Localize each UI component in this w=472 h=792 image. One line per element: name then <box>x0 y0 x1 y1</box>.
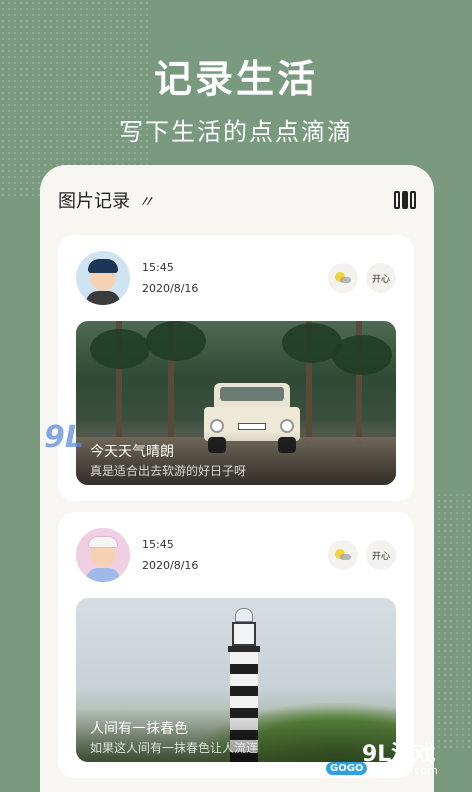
hero-title: 记录生活 <box>153 57 318 101</box>
caption-title: 今天天气晴朗 <box>90 444 174 460</box>
grid-toggle-icon[interactable] <box>394 191 417 209</box>
record-meta: 15:45 2020/8/16 <box>142 261 198 295</box>
sun-cloud-icon <box>335 549 351 561</box>
record-card-header: 15:45 2020/8/16 开心 <box>76 528 396 582</box>
mood-tag: 开心 <box>366 263 396 293</box>
watermark-logo-right: 9L游戏 GOGO 9ldanji.com <box>326 736 466 788</box>
avatar <box>76 528 130 582</box>
phone-screen: 图片记录 〃 15:45 2020/8/16 开心 今天天气晴朗 真是适合出去软… <box>40 165 434 792</box>
record-date: 2020/8/16 <box>142 282 199 295</box>
avatar <box>76 251 130 305</box>
caption-text: 真是适合出去软游的好日子呀 <box>90 464 247 478</box>
record-tags: 开心 <box>328 263 396 293</box>
screen-title: 图片记录 〃 <box>58 187 154 213</box>
caption-title: 人间有一抹春色 <box>90 721 188 737</box>
record-meta: 15:45 2020/8/16 <box>142 538 198 572</box>
photo-caption: 今天天气晴朗 真是适合出去软游的好日子呀 <box>76 431 396 485</box>
screen-title-text: 图片记录 <box>58 191 130 212</box>
watermark-badge: GOGO <box>326 762 368 775</box>
record-card-header: 15:45 2020/8/16 开心 <box>76 251 396 305</box>
watermark-logo-left: 9L <box>44 420 84 455</box>
weather-tag <box>328 263 358 293</box>
record-time: 15:45 <box>142 538 174 551</box>
title-decoration-icon: 〃 <box>138 192 154 211</box>
record-time: 15:45 <box>142 261 174 274</box>
record-tags: 开心 <box>328 540 396 570</box>
record-card[interactable]: 15:45 2020/8/16 开心 今天天气晴朗 真是适合出去软游的好日子呀 <box>58 235 414 501</box>
hero-subtitle: 写下生活的点点滴滴 <box>119 118 353 146</box>
watermark-url: 9ldanji.com <box>374 764 438 777</box>
sun-cloud-icon <box>335 272 351 284</box>
caption-text: 如果这人间有一抹春色让人流连 <box>90 741 259 755</box>
record-photo[interactable]: 今天天气晴朗 真是适合出去软游的好日子呀 <box>76 321 396 485</box>
screen-header: 图片记录 〃 <box>58 185 417 215</box>
record-date: 2020/8/16 <box>142 559 199 572</box>
mood-tag: 开心 <box>366 540 396 570</box>
weather-tag <box>328 540 358 570</box>
